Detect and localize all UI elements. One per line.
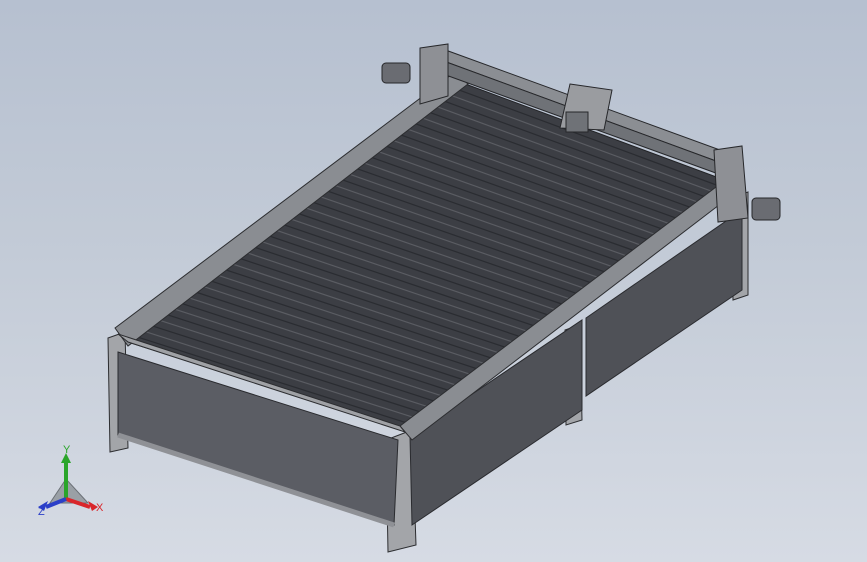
axis-triad[interactable]: Y X Z [30,445,110,525]
motor-right[interactable] [751,197,781,221]
carriage-head [565,111,589,133]
cnc-table-model[interactable] [0,0,867,562]
gantry-end-left[interactable] [419,43,449,105]
motor-left[interactable] [381,62,411,84]
y-axis-label: Y [63,445,71,456]
gantry-end-right[interactable] [713,145,749,223]
x-axis-label: X [96,502,104,514]
z-axis-label: Z [38,506,45,518]
graphics-viewport[interactable]: Y X Z [0,0,867,562]
